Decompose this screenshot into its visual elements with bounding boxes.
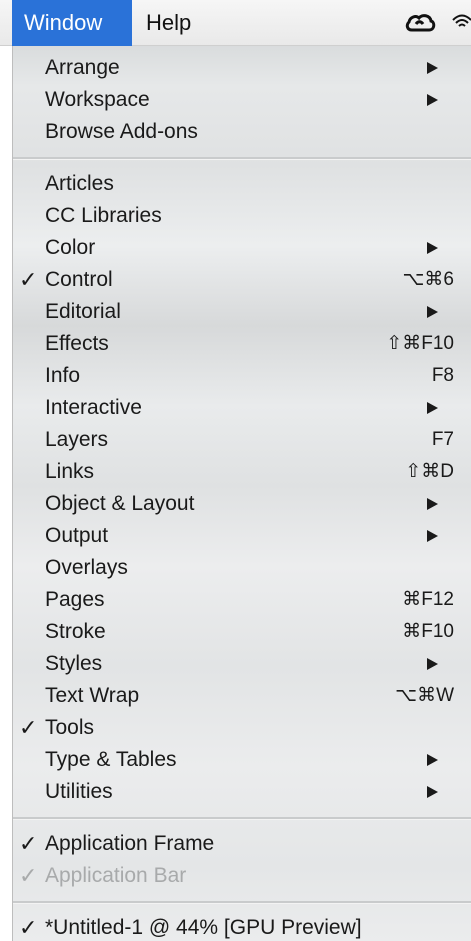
menu-item-browse-add-ons[interactable]: Browse Add-ons	[13, 116, 471, 148]
menu-item-application-bar: ✓ Application Bar	[13, 860, 471, 892]
window-menu-dropdown: Arrange Workspace Browse Add-ons Articles CC…	[12, 46, 471, 941]
menu-item-label: Workspace	[45, 88, 150, 111]
menu-item-output[interactable]: Output	[13, 520, 471, 552]
menu-separator	[13, 901, 471, 904]
menu-item-label: Application Frame	[45, 832, 215, 855]
checkmark-icon: ✓	[19, 831, 38, 856]
menu-item-links[interactable]: Links ⇧⌘D	[13, 456, 471, 488]
menu-item-layers[interactable]: Layers F7	[13, 424, 471, 456]
submenu-arrow-icon	[427, 306, 438, 318]
menu-item-cc-libraries[interactable]: CC Libraries	[13, 200, 471, 232]
menu-item-label: Utilities	[45, 780, 113, 803]
menu-item-stroke[interactable]: Stroke ⌘F10	[13, 616, 471, 648]
menu-item-arrange[interactable]: Arrange	[13, 52, 471, 84]
menu-item-untitled-1-44-gpu-preview[interactable]: ✓ *Untitled-1 @ 44% [GPU Preview]	[13, 912, 471, 941]
submenu-arrow-icon	[427, 754, 438, 766]
menu-item-articles[interactable]: Articles	[13, 168, 471, 200]
menu-item-label: Output	[45, 524, 109, 547]
menu-item-label: Layers	[45, 428, 109, 451]
menu-item-label: Application Bar	[45, 864, 187, 887]
menu-item-shortcut: ⇧⌘D	[405, 461, 454, 482]
menu-separator	[13, 157, 471, 160]
checkmark-icon: ✓	[19, 863, 38, 888]
menu-item-label: Stroke	[45, 620, 106, 643]
checkmark-icon: ✓	[19, 267, 38, 292]
menu-item-info[interactable]: Info F8	[13, 360, 471, 392]
menu-item-label: Editorial	[45, 300, 121, 323]
submenu-arrow-icon	[427, 94, 438, 106]
submenu-arrow-icon	[427, 530, 438, 542]
menu-item-editorial[interactable]: Editorial	[13, 296, 471, 328]
menu-item-shortcut: ⌥⌘6	[402, 269, 454, 290]
menu-item-label: Type & Tables	[45, 748, 177, 771]
menu-item-label: Links	[45, 460, 95, 483]
submenu-arrow-icon	[427, 658, 438, 670]
menu-item-label: *Untitled-1 @ 44% [GPU Preview]	[45, 916, 362, 939]
menu-item-overlays[interactable]: Overlays	[13, 552, 471, 584]
menu-item-label: Text Wrap	[45, 684, 140, 707]
submenu-arrow-icon	[427, 62, 438, 74]
menubar-help[interactable]: Help	[134, 0, 203, 46]
menu-item-shortcut: ⇧⌘F10	[386, 333, 454, 354]
menu-item-pages[interactable]: Pages ⌘F12	[13, 584, 471, 616]
menubar-window[interactable]: Window	[12, 0, 132, 46]
menu-item-shortcut: ⌘F10	[402, 621, 454, 642]
menu-item-workspace[interactable]: Workspace	[13, 84, 471, 116]
checkmark-icon: ✓	[19, 715, 38, 740]
menu-item-application-frame[interactable]: ✓ Application Frame	[13, 828, 471, 860]
submenu-arrow-icon	[427, 786, 438, 798]
menu-item-label: Pages	[45, 588, 105, 611]
menu-item-label: Color	[45, 236, 96, 259]
wifi-icon[interactable]	[450, 11, 471, 35]
submenu-arrow-icon	[427, 402, 438, 414]
menu-item-shortcut: F8	[431, 365, 454, 386]
menu-bar: Window Help	[0, 0, 471, 46]
menu-item-color[interactable]: Color	[13, 232, 471, 264]
menu-item-control[interactable]: ✓ Control ⌥⌘6	[13, 264, 471, 296]
menu-item-label: Interactive	[45, 396, 142, 419]
menu-item-label: Articles	[45, 172, 114, 195]
menu-item-shortcut: ⌥⌘W	[395, 685, 454, 706]
menu-separator	[13, 817, 471, 820]
menu-item-styles[interactable]: Styles	[13, 648, 471, 680]
menu-item-label: Control	[45, 268, 113, 291]
menu-item-label: Info	[45, 364, 81, 387]
menu-item-shortcut: F7	[431, 429, 454, 450]
menu-item-interactive[interactable]: Interactive	[13, 392, 471, 424]
menu-item-text-wrap[interactable]: Text Wrap ⌥⌘W	[13, 680, 471, 712]
menu-item-label: Overlays	[45, 556, 128, 579]
menu-item-shortcut: ⌘F12	[402, 589, 454, 610]
menu-item-utilities[interactable]: Utilities	[13, 776, 471, 808]
menu-item-label: Browse Add-ons	[45, 120, 198, 143]
menu-item-object-layout[interactable]: Object & Layout	[13, 488, 471, 520]
menu-item-label: Styles	[45, 652, 103, 675]
menu-item-type-tables[interactable]: Type & Tables	[13, 744, 471, 776]
creative-cloud-icon[interactable]	[404, 10, 436, 36]
submenu-arrow-icon	[427, 498, 438, 510]
checkmark-icon: ✓	[19, 915, 38, 940]
menu-item-label: CC Libraries	[45, 204, 162, 227]
menu-item-label: Arrange	[45, 56, 120, 79]
submenu-arrow-icon	[427, 242, 438, 254]
menu-item-label: Effects	[45, 332, 109, 355]
menu-item-tools[interactable]: ✓ Tools	[13, 712, 471, 744]
menu-item-label: Object & Layout	[45, 492, 195, 515]
menu-item-effects[interactable]: Effects ⇧⌘F10	[13, 328, 471, 360]
menu-item-label: Tools	[45, 716, 95, 739]
